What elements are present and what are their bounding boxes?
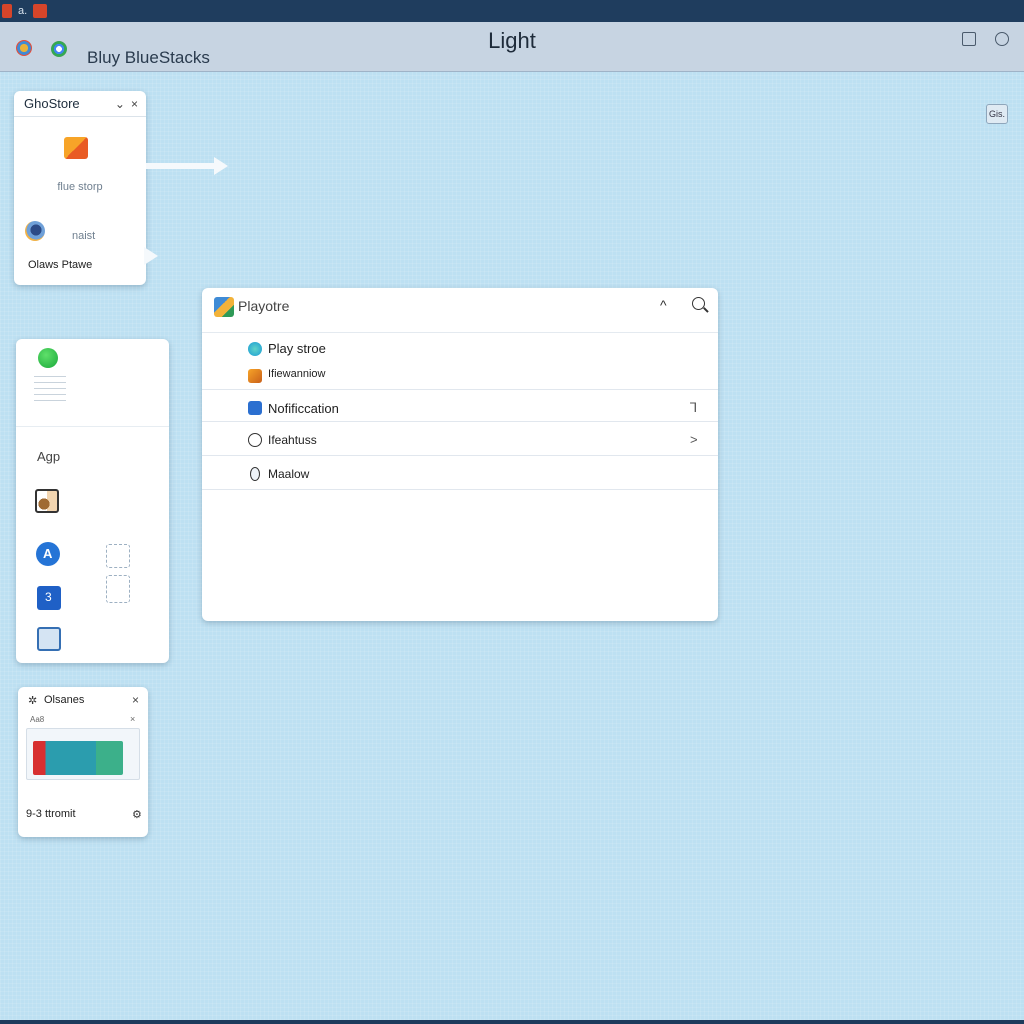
connector-arrow — [146, 163, 218, 169]
list-item-label: Nofificcation — [268, 401, 339, 416]
notification-icon — [248, 401, 262, 415]
os-label: a. — [18, 5, 28, 17]
corner-button[interactable]: Gis. — [986, 104, 1008, 124]
list-item-label: Maalow — [268, 467, 310, 481]
connector-arrow-head — [214, 157, 228, 175]
gear-icon[interactable]: ✲ — [28, 694, 37, 707]
placeholder-app-icon-2[interactable] — [106, 575, 130, 603]
bulb-icon — [250, 467, 260, 481]
blue-app-icon[interactable] — [37, 586, 61, 610]
list-item[interactable]: Maalow — [202, 466, 718, 488]
a-app-icon[interactable] — [36, 542, 60, 566]
settings-icon[interactable]: ⚙ — [132, 808, 142, 821]
mini-window-footer: 9-3 ttromit — [26, 808, 76, 820]
store-tagline: flue storp — [57, 181, 103, 193]
mini-window-header: ✲ Olsanes × — [18, 687, 148, 713]
store-panel-header: GhoStore ⌄ × — [14, 91, 146, 117]
status-dot-icon — [38, 348, 58, 368]
os-app-icon-2[interactable] — [33, 4, 48, 18]
divider — [16, 426, 169, 427]
store-footer-link[interactable]: Olaws Ptawe — [28, 259, 92, 271]
apps-label: Agp — [37, 449, 61, 464]
close-icon[interactable]: × — [132, 693, 139, 707]
placeholder-lines — [34, 375, 66, 401]
search-icon[interactable] — [692, 297, 705, 310]
bottom-bar — [0, 1020, 1024, 1024]
divider — [202, 455, 718, 456]
list-item[interactable]: Nofificcation ⅂ — [202, 400, 718, 422]
pointer-arrow — [144, 247, 158, 265]
avatar[interactable] — [25, 221, 45, 241]
list-item[interactable]: Ifiewanniow — [202, 368, 718, 390]
close-icon[interactable]: × — [130, 714, 135, 724]
folder-icon — [248, 369, 262, 383]
store-panel-title: GhoStore — [24, 96, 80, 111]
mini-window: ✲ Olsanes × Aa8 × 9-3 ttromit ⚙ — [18, 687, 148, 837]
divider — [202, 489, 718, 490]
list-item-label: Ifiewanniow — [268, 368, 326, 380]
playstore-title: Playotre — [238, 298, 290, 314]
divider — [202, 389, 718, 390]
playstore-header: Playotre ^ — [202, 288, 718, 333]
preview-image — [33, 741, 123, 775]
placeholder-app-icon[interactable] — [106, 544, 130, 568]
chevron-down-icon[interactable]: ⌄ — [115, 97, 125, 111]
frame-app-icon[interactable] — [37, 627, 61, 651]
chevron-up-icon[interactable]: ^ — [660, 297, 667, 313]
os-app-icon[interactable] — [2, 4, 12, 18]
list-item-label: Play stroe — [268, 341, 326, 356]
pin-icon[interactable]: ⅂ — [690, 400, 697, 416]
window-title: Light — [488, 28, 536, 53]
list-item-label: Ifeahtuss — [268, 433, 317, 447]
mini-window-subtitle: Aa8 — [30, 715, 45, 724]
store-subtitle: naist — [72, 230, 96, 242]
coffee-app-icon[interactable] — [35, 489, 59, 513]
preview-thumbnail[interactable] — [26, 728, 140, 780]
mini-window-title: Olsanes — [44, 694, 85, 706]
store-panel: GhoStore ⌄ × flue storp naist Olaws Ptaw… — [14, 91, 146, 285]
chevron-right-icon[interactable]: > — [690, 432, 698, 447]
settings-button[interactable] — [995, 32, 1009, 46]
minimize-button[interactable] — [962, 32, 976, 46]
os-top-strip: a. — [0, 0, 1024, 22]
close-icon[interactable]: × — [131, 97, 138, 111]
apps-panel: Agp — [16, 339, 169, 663]
divider — [202, 421, 718, 422]
window-titlebar: Bluy BlueStacks Light — [0, 22, 1024, 72]
feature-icon — [248, 433, 262, 447]
playstore-logo-icon — [214, 297, 234, 317]
play-store-icon — [248, 342, 262, 356]
playstore-window: Playotre ^ Play stroe Ifiewanniow Nofifi… — [202, 288, 718, 621]
store-app-icon[interactable] — [64, 137, 88, 159]
list-item[interactable]: Ifeahtuss > — [202, 432, 718, 454]
list-item[interactable]: Play stroe — [202, 340, 718, 370]
